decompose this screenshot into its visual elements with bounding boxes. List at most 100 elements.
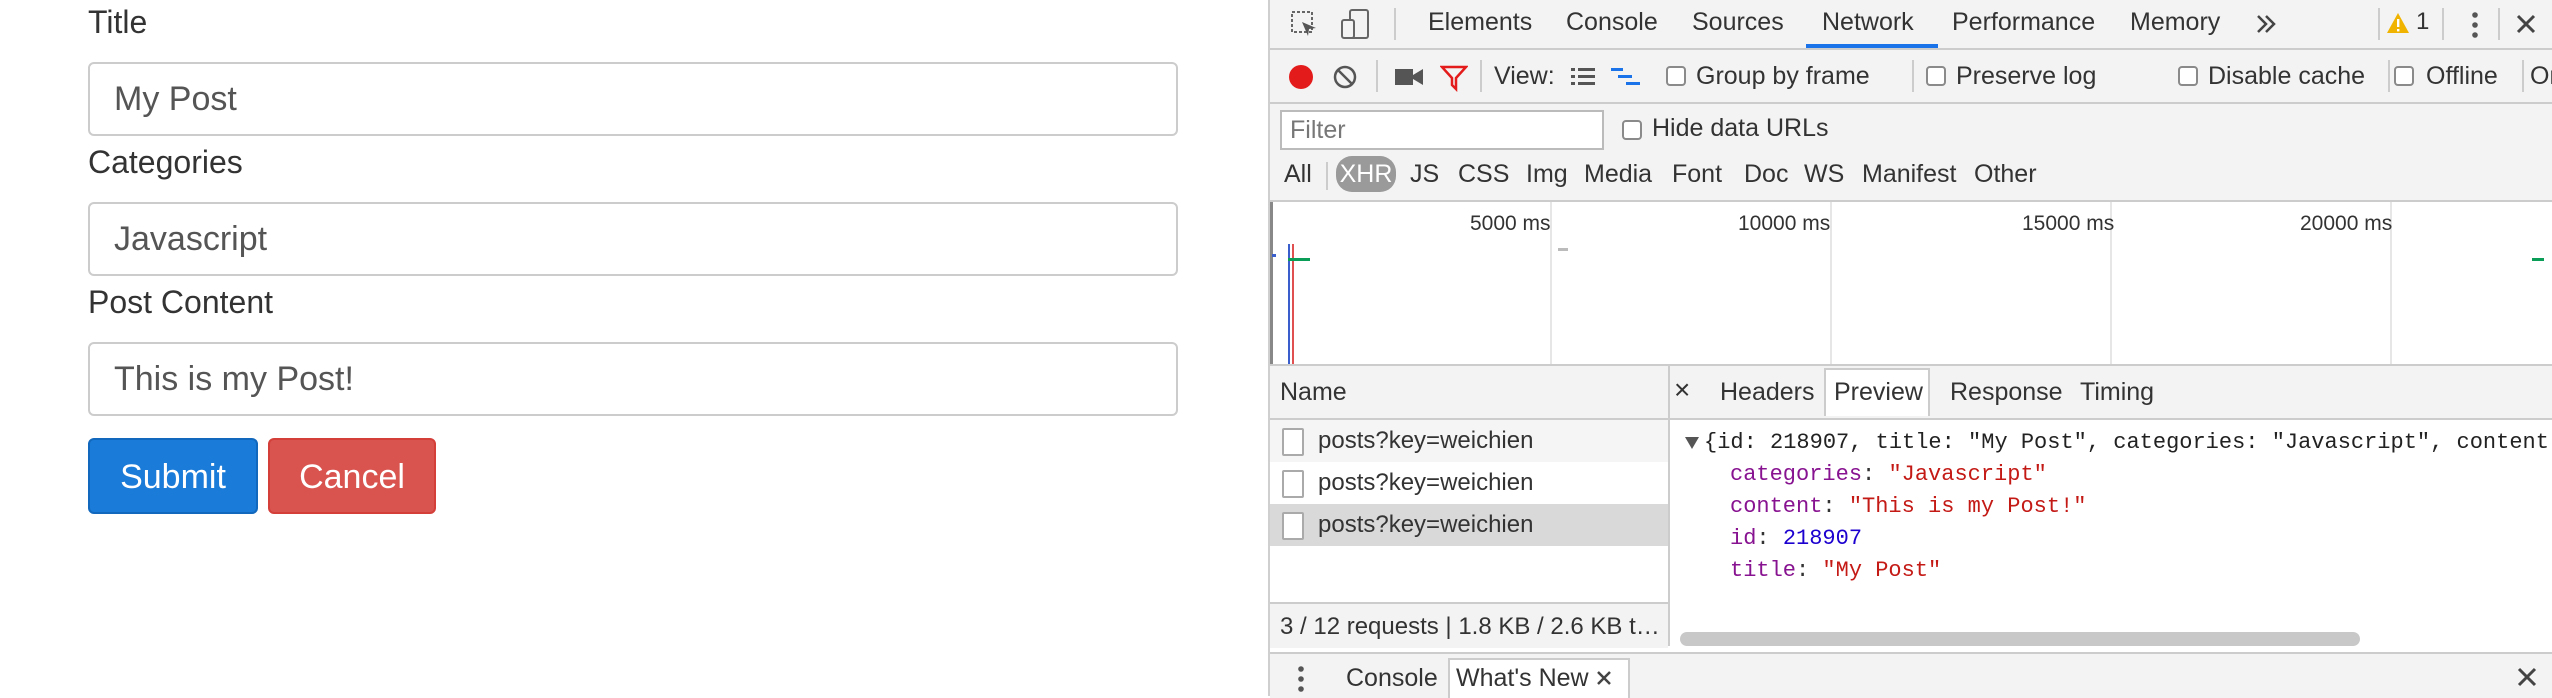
filter-type-css[interactable]: CSS: [1458, 160, 1509, 189]
post-form: Title My Post Categories Javascript Post…: [0, 0, 1268, 696]
toolbar-separator: [2442, 8, 2444, 40]
tab-network[interactable]: Network: [1822, 8, 1914, 37]
offline-checkbox[interactable]: [2394, 66, 2414, 86]
offline-label: Offline: [2426, 62, 2498, 90]
toolbar-separator: [1912, 60, 1914, 92]
group-by-frame-checkbox[interactable]: [1666, 66, 1686, 86]
filter-type-all[interactable]: All: [1284, 160, 1312, 189]
drawer-tab-whats-new[interactable]: What's New: [1456, 664, 1589, 693]
filter-type-img[interactable]: Img: [1526, 160, 1568, 189]
active-tab-indicator: [1806, 44, 1938, 48]
prop-value: "My Post": [1822, 558, 1942, 583]
tab-sources[interactable]: Sources: [1692, 8, 1784, 37]
throttling-select[interactable]: Onl: [2530, 62, 2552, 91]
drawer-menu-icon[interactable]: [1296, 664, 1306, 694]
close-drawer-icon[interactable]: [2516, 666, 2538, 688]
prop-key: id: [1730, 526, 1757, 551]
screenshot-camera-icon[interactable]: [1394, 66, 1424, 88]
disable-cache-checkbox[interactable]: [2178, 66, 2198, 86]
detail-tabbar: × Headers Preview Response Timing: [1670, 366, 2552, 420]
prop-key: content: [1730, 494, 1823, 519]
title-label: Title: [88, 4, 148, 40]
timeline-overview[interactable]: 5000 ms 10000 ms 15000 ms 20000 ms: [1270, 202, 2552, 366]
submit-button[interactable]: Submit: [88, 438, 258, 514]
preview-prop-content: content: "This is my Post!": [1730, 494, 2087, 519]
tab-elements[interactable]: Elements: [1428, 8, 1532, 37]
preserve-log-label: Preserve log: [1956, 62, 2097, 90]
close-tab-icon[interactable]: [1596, 670, 1612, 686]
waterfall-overview-icon[interactable]: [1610, 66, 1642, 88]
large-rows-icon[interactable]: [1570, 66, 1596, 88]
tab-preview[interactable]: Preview: [1834, 378, 1923, 407]
inspect-element-icon[interactable]: [1290, 10, 1320, 40]
warning-count[interactable]: 1: [2416, 8, 2429, 36]
toolbar-separator: [1326, 162, 1328, 190]
tab-response[interactable]: Response: [1950, 378, 2063, 407]
preserve-log-checkbox[interactable]: [1926, 66, 1946, 86]
disable-cache-label: Disable cache: [2208, 62, 2366, 90]
filter-type-ws[interactable]: WS: [1804, 160, 1844, 189]
record-icon[interactable]: [1288, 64, 1314, 90]
post-content-input[interactable]: This is my Post!: [88, 342, 1178, 416]
filter-type-xhr[interactable]: XHR: [1336, 156, 1396, 192]
tab-memory[interactable]: Memory: [2130, 8, 2220, 37]
filter-input[interactable]: Filter: [1280, 110, 1604, 150]
filter-bar: Filter Hide data URLs All XHR JS CSS Img…: [1270, 104, 2552, 202]
warning-icon[interactable]: [2386, 12, 2410, 34]
tab-timing[interactable]: Timing: [2080, 378, 2154, 407]
more-options-icon[interactable]: [2470, 10, 2480, 40]
name-column-label: Name: [1280, 378, 1347, 406]
devtools-panel: Elements Console Sources Network Perform…: [1268, 0, 2552, 698]
tab-console[interactable]: Console: [1566, 8, 1658, 37]
toolbar-separator: [2388, 60, 2390, 92]
toolbar-separator: [1376, 60, 1378, 92]
prop-value: "Javascript": [1888, 462, 2047, 487]
post-content-label: Post Content: [88, 284, 273, 320]
filter-type-manifest[interactable]: Manifest: [1862, 160, 1956, 189]
toolbar-separator: [1394, 8, 1396, 40]
request-row-selected[interactable]: posts?key=weichien: [1270, 504, 1668, 546]
request-list: Name posts?key=weichien posts?key=weichi…: [1270, 366, 1670, 648]
hide-data-urls-checkbox[interactable]: [1622, 120, 1642, 140]
prop-value: 218907: [1782, 526, 1863, 551]
request-name: posts?key=weichien: [1318, 469, 1534, 496]
drawer-tab-console[interactable]: Console: [1346, 664, 1438, 693]
toolbar-separator: [2498, 8, 2500, 40]
close-detail-icon[interactable]: ×: [1674, 374, 1690, 406]
double-chevron-right-icon[interactable]: [2254, 12, 2278, 36]
categories-input[interactable]: Javascript: [88, 202, 1178, 276]
filter-type-font[interactable]: Font: [1672, 160, 1722, 189]
timeline-request-bars: [1270, 202, 2544, 364]
title-input[interactable]: My Post: [88, 62, 1178, 136]
close-devtools-icon[interactable]: [2514, 12, 2538, 36]
device-toolbar-icon[interactable]: [1340, 8, 1372, 40]
toolbar-separator: [1480, 60, 1482, 92]
tab-performance[interactable]: Performance: [1952, 8, 2095, 37]
preview-summary: {id: 218907, title: "My Post", categorie…: [1704, 430, 2549, 455]
request-name: posts?key=weichien: [1318, 511, 1534, 538]
expand-triangle-icon[interactable]: [1684, 436, 1700, 450]
preview-prop-title: title: "My Post": [1730, 558, 1942, 583]
clear-icon[interactable]: [1332, 64, 1358, 90]
request-row[interactable]: posts?key=weichien: [1270, 462, 1668, 504]
filter-type-js[interactable]: JS: [1410, 160, 1439, 189]
tab-headers[interactable]: Headers: [1720, 378, 1815, 407]
filter-type-media[interactable]: Media: [1584, 160, 1652, 189]
hide-data-urls-label: Hide data URLs: [1652, 114, 1829, 142]
document-icon: [1282, 470, 1304, 498]
document-icon: [1282, 512, 1304, 540]
horizontal-scrollbar[interactable]: [1680, 632, 2360, 646]
preview-prop-id: id: 218907: [1730, 526, 1863, 551]
name-column-header[interactable]: Name: [1270, 366, 1668, 420]
categories-label: Categories: [88, 144, 243, 180]
preview-prop-categories: categories: "Javascript": [1730, 462, 2047, 487]
request-row[interactable]: posts?key=weichien: [1270, 420, 1668, 462]
drawer-tabbar: Console What's New: [1270, 652, 2552, 698]
filter-type-doc[interactable]: Doc: [1744, 160, 1788, 189]
prop-key: categories: [1730, 462, 1863, 487]
filter-type-other[interactable]: Other: [1974, 160, 2037, 189]
cancel-button[interactable]: Cancel: [268, 438, 436, 514]
group-by-frame-label: Group by frame: [1696, 62, 1870, 90]
filter-icon[interactable]: [1440, 64, 1468, 92]
toolbar-separator: [2522, 60, 2524, 92]
